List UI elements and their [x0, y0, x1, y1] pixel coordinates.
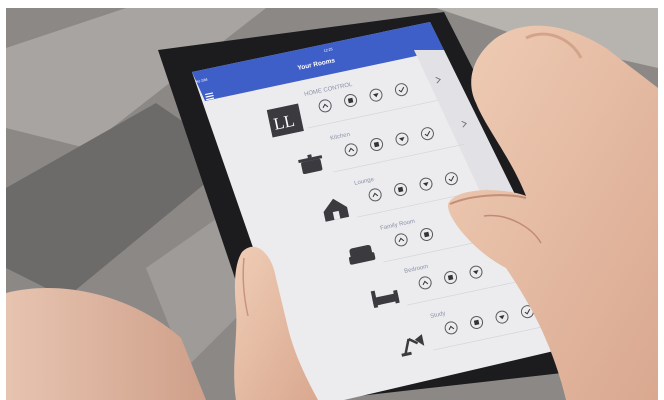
- photo: No SIM 12:25 Your Rooms LL HOME CONTROL Ki…: [6, 8, 658, 400]
- photo-scene: No SIM 12:25 Your Rooms LLHOME CONTROLKi…: [6, 8, 658, 400]
